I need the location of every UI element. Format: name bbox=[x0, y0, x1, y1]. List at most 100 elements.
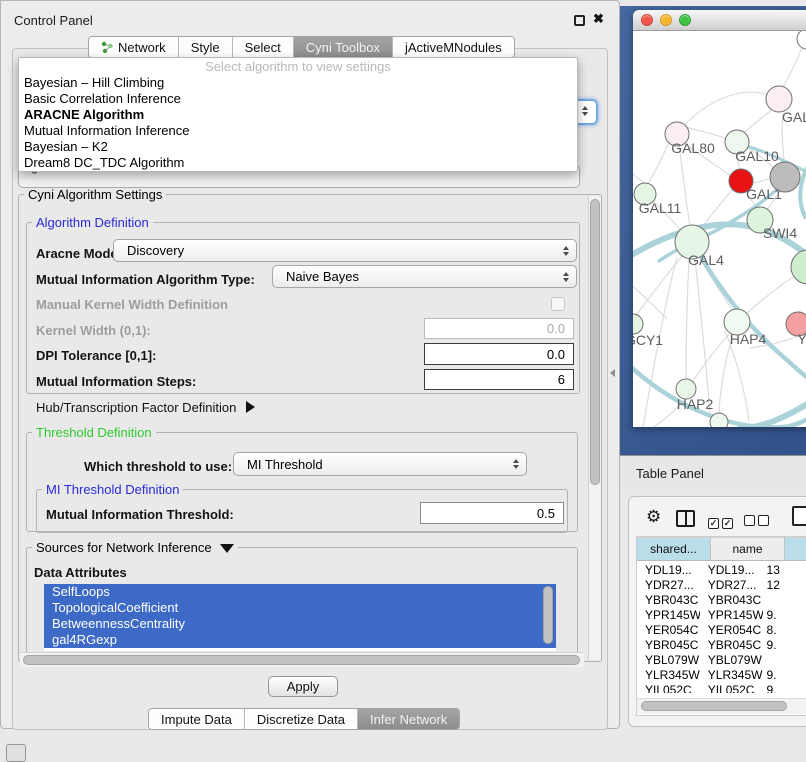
table-cell: YBR043C bbox=[637, 593, 700, 608]
minimize-traffic-icon[interactable] bbox=[660, 14, 672, 26]
data-attributes-list[interactable]: SelfLoopsTopologicalCoefficientBetweenne… bbox=[44, 584, 556, 651]
tab-cyni-toolbox[interactable]: Cyni Toolbox bbox=[294, 37, 393, 57]
node-bottom-node[interactable] bbox=[710, 413, 728, 427]
close-icon[interactable]: ✖ bbox=[593, 11, 604, 27]
table-cell: 9. bbox=[763, 638, 806, 653]
node-label-hap4: HAP4 bbox=[730, 331, 767, 347]
tab-select[interactable]: Select bbox=[233, 37, 294, 57]
algorithm-option[interactable]: Mutual Information Inference bbox=[19, 123, 577, 139]
attributes-vscroll-thumb[interactable] bbox=[543, 586, 553, 644]
settings-hscroll-thumb[interactable] bbox=[23, 655, 580, 665]
tab-impute-data[interactable]: Impute Data bbox=[149, 709, 245, 729]
data-attribute-item[interactable]: TopologicalCoefficient bbox=[44, 600, 556, 616]
table-body: YDL19...YDL19...13YDR27...YDR27...12YBR0… bbox=[637, 563, 806, 693]
tab-infer-network[interactable]: Infer Network bbox=[358, 709, 459, 729]
node-label-hap2: HAP2 bbox=[677, 396, 714, 412]
tab-discretize-data[interactable]: Discretize Data bbox=[245, 709, 358, 729]
table-cell: YDL19... bbox=[637, 563, 700, 578]
select-all-icon[interactable]: ✓✓ bbox=[708, 513, 736, 531]
node-label-salmon: Y bbox=[797, 331, 806, 347]
which-threshold-select[interactable]: MI Threshold bbox=[233, 452, 527, 476]
control-panel-tabbar: Network Style Select Cyni Toolbox jActiveMNo… bbox=[88, 36, 515, 58]
table-cell: 12 bbox=[763, 578, 806, 593]
kernel-width-field[interactable]: 0.0 bbox=[424, 318, 574, 339]
table-row[interactable]: YBL079WYBL079W bbox=[637, 653, 806, 668]
document-icon[interactable] bbox=[792, 506, 806, 526]
node-label-gal80: GAL80 bbox=[671, 140, 715, 156]
threshold-definition-legend: Threshold Definition bbox=[32, 425, 156, 440]
algorithm-dropdown-popup: Select algorithm to view settingsBayesia… bbox=[18, 57, 578, 172]
collapse-down-icon bbox=[220, 544, 234, 553]
network-window-titlebar[interactable] bbox=[633, 10, 806, 31]
mi-threshold-field[interactable]: 0.5 bbox=[420, 502, 564, 524]
algorithm-option[interactable]: ARACNE Algorithm bbox=[19, 107, 577, 123]
zoom-traffic-icon[interactable] bbox=[679, 14, 691, 26]
algorithm-option[interactable]: Basic Correlation Inference bbox=[19, 91, 577, 107]
node-partial-top[interactable] bbox=[797, 31, 806, 49]
table-cell: YLR345W bbox=[637, 668, 700, 683]
apply-button[interactable]: Apply bbox=[268, 676, 338, 697]
network-view-frame: GALGAL80GAL10GAL1GAL11SWI4GAL4GCY1HAP4YH… bbox=[620, 6, 806, 455]
table-cell: YDR27... bbox=[637, 578, 700, 593]
node-gray-node[interactable] bbox=[770, 162, 800, 192]
node-gcy1[interactable] bbox=[633, 314, 643, 334]
table-hscroll-thumb[interactable] bbox=[641, 701, 787, 711]
node-big-green[interactable] bbox=[791, 250, 806, 284]
mi-threshold-legend: MI Threshold Definition bbox=[42, 482, 183, 497]
node-label-swi4: SWI4 bbox=[763, 225, 797, 241]
network-canvas[interactable]: GALGAL80GAL10GAL1GAL11SWI4GAL4GCY1HAP4YH… bbox=[633, 31, 806, 427]
algorithm-option[interactable]: Bayesian – K2 bbox=[19, 139, 577, 155]
column-header[interactable]: name bbox=[711, 537, 785, 561]
algorithm-option[interactable]: Bayesian – Hill Climbing bbox=[19, 75, 577, 91]
split-pane-grip[interactable] bbox=[610, 369, 615, 377]
data-attribute-item[interactable]: BetweennessCentrality bbox=[44, 616, 556, 632]
combo-arrows-icon bbox=[506, 459, 526, 469]
data-attribute-item[interactable]: SelfLoops bbox=[44, 584, 556, 600]
hub-definition-toggle[interactable]: Hub/Transcription Factor Definition bbox=[36, 400, 255, 415]
kernel-width-value: 0.0 bbox=[547, 321, 565, 336]
tab-label: Select bbox=[245, 40, 281, 55]
table-cell: YBL079W bbox=[637, 653, 700, 668]
column-header[interactable]: shared... bbox=[637, 537, 711, 561]
gear-icon[interactable]: ⚙ bbox=[646, 507, 661, 527]
table-row[interactable]: YDL19...YDL19...13 bbox=[637, 563, 806, 578]
table-cell: YBR045C bbox=[700, 638, 763, 653]
table-header-row: shared...nameA bbox=[637, 537, 806, 561]
deselect-all-icon[interactable] bbox=[744, 513, 772, 531]
tab-label: Network bbox=[118, 40, 166, 55]
table-row[interactable]: YLR345WYLR345W9. bbox=[637, 668, 806, 683]
table-panel-header: Table Panel bbox=[620, 455, 806, 490]
tab-network[interactable]: Network bbox=[89, 37, 179, 57]
column-header[interactable]: A bbox=[785, 537, 806, 561]
manual-kernel-checkbox[interactable] bbox=[551, 297, 565, 311]
sources-legend-label: Sources for Network Inference bbox=[36, 540, 212, 555]
columns-icon[interactable] bbox=[676, 510, 695, 527]
sources-legend[interactable]: Sources for Network Inference bbox=[32, 540, 238, 555]
settings-vscroll-thumb[interactable] bbox=[590, 199, 600, 485]
table-cell: YBL079W bbox=[700, 653, 763, 668]
aracne-mode-select[interactable]: Discovery bbox=[113, 239, 577, 262]
table-row[interactable]: YBR045CYBR045C9. bbox=[637, 638, 806, 653]
mi-steps-field[interactable]: 6 bbox=[424, 369, 574, 390]
kernel-width-label: Kernel Width (0,1): bbox=[36, 323, 151, 338]
tab-label: Cyni Toolbox bbox=[306, 40, 380, 55]
mi-algorithm-type-select[interactable]: Naive Bayes bbox=[272, 265, 577, 288]
algorithm-option[interactable]: Dream8 DC_TDC Algorithm bbox=[19, 155, 577, 171]
minimized-panel-icon[interactable] bbox=[6, 744, 26, 762]
table-panel-title: Table Panel bbox=[636, 466, 704, 481]
table-cell: YBR045C bbox=[637, 638, 700, 653]
table-row[interactable]: YBR043CYBR043C bbox=[637, 593, 806, 608]
table-row[interactable]: YIL052CYIL052C9. bbox=[637, 683, 806, 693]
combo-arrows-icon bbox=[556, 246, 576, 256]
data-attribute-item[interactable]: gal4RGexp bbox=[44, 632, 556, 648]
mi-steps-value: 6 bbox=[558, 372, 565, 387]
tab-jactivemnodules[interactable]: jActiveMNodules bbox=[393, 37, 514, 57]
table-row[interactable]: YPR145WYPR145W9. bbox=[637, 608, 806, 623]
table-row[interactable]: YER054CYER054C8. bbox=[637, 623, 806, 638]
tab-style[interactable]: Style bbox=[179, 37, 233, 57]
dpi-tolerance-field[interactable]: 0.0 bbox=[424, 343, 574, 365]
close-traffic-icon[interactable] bbox=[641, 14, 653, 26]
float-window-icon[interactable] bbox=[574, 15, 585, 26]
combo-arrows-icon bbox=[575, 106, 595, 116]
table-row[interactable]: YDR27...YDR27...12 bbox=[637, 578, 806, 593]
